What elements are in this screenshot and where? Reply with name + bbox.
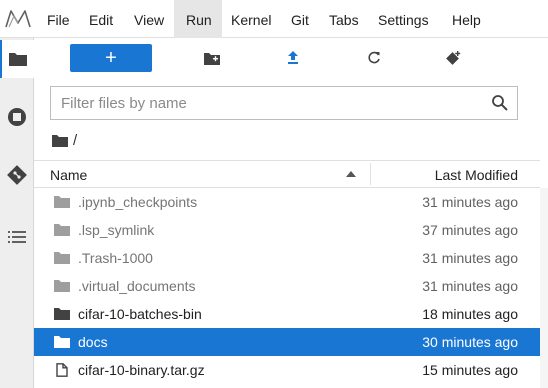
folder-icon <box>54 196 70 208</box>
file-list: .ipynb_checkpoints 31 minutes ago .lsp_sym… <box>34 188 540 384</box>
breadcrumb: / <box>52 130 77 150</box>
menu-view[interactable]: View <box>127 0 171 38</box>
column-separator[interactable] <box>370 163 371 185</box>
toc-icon <box>8 231 26 243</box>
file-last-modified: 31 minutes ago <box>422 250 518 266</box>
sidebar-table-of-contents[interactable] <box>0 218 34 256</box>
sidebar-file-browser[interactable] <box>0 40 34 78</box>
menu-kernel[interactable]: Kernel <box>226 0 282 38</box>
filter-files-input[interactable] <box>51 87 481 119</box>
file-last-modified: 15 minutes ago <box>422 362 518 378</box>
sort-ascending-icon <box>346 171 356 177</box>
file-row[interactable]: .ipynb_checkpoints 31 minutes ago <box>34 188 540 216</box>
file-last-modified: 18 minutes ago <box>422 306 518 322</box>
file-list-header: Name Last Modified <box>34 160 540 188</box>
running-icon <box>8 108 26 126</box>
sidebar-git[interactable] <box>0 156 34 194</box>
plus-icon: + <box>105 47 117 69</box>
upload-icon <box>288 51 298 64</box>
file-name: cifar-10-binary.tar.gz <box>78 362 205 378</box>
column-header-name[interactable]: Name <box>50 167 87 183</box>
menu-run[interactable]: Run <box>174 0 222 38</box>
file-name: .ipynb_checkpoints <box>78 194 198 210</box>
upload-button[interactable] <box>277 44 309 72</box>
git-clone-icon <box>446 51 461 65</box>
menu-tabs[interactable]: Tabs <box>324 0 368 38</box>
file-last-modified: 31 minutes ago <box>422 278 518 294</box>
folder-icon <box>54 224 70 236</box>
folder-icon <box>54 252 70 264</box>
menu-edit[interactable]: Edit <box>81 0 119 38</box>
menu-bar: File Edit View Run Kernel Git Tabs Setti… <box>0 0 548 38</box>
git-clone-button[interactable] <box>438 44 470 72</box>
file-row[interactable]: cifar-10-batches-bin 18 minutes ago <box>34 300 540 328</box>
file-icon <box>56 363 68 377</box>
new-folder-icon <box>204 52 220 65</box>
jupyter-logo-icon[interactable] <box>4 7 32 31</box>
menu-help[interactable]: Help <box>446 0 492 38</box>
search-icon <box>492 95 508 111</box>
file-name: .Trash-1000 <box>78 250 153 266</box>
refresh-icon <box>368 51 380 64</box>
file-row[interactable]: .lsp_symlink 37 minutes ago <box>34 216 540 244</box>
folder-icon <box>54 336 70 348</box>
filter-box <box>50 86 518 120</box>
new-launcher-button[interactable]: + <box>70 44 152 72</box>
git-icon <box>7 165 27 185</box>
file-row[interactable]: cifar-10-binary.tar.gz 15 minutes ago <box>34 356 540 384</box>
file-name: .lsp_symlink <box>78 222 155 238</box>
file-browser-toolbar: + <box>34 38 548 78</box>
file-name: .virtual_documents <box>78 278 196 294</box>
file-list-scrollbar[interactable] <box>540 188 548 388</box>
folder-icon <box>54 308 70 320</box>
column-header-last-modified[interactable]: Last Modified <box>435 167 518 183</box>
sidebar-running[interactable] <box>0 98 34 136</box>
left-sidebar <box>0 38 34 388</box>
folder-icon <box>54 280 70 292</box>
file-row[interactable]: docs 30 minutes ago <box>34 328 540 356</box>
refresh-button[interactable] <box>358 44 390 72</box>
file-last-modified: 37 minutes ago <box>422 222 518 238</box>
file-row[interactable]: .Trash-1000 31 minutes ago <box>34 244 540 272</box>
file-last-modified: 31 minutes ago <box>422 194 518 210</box>
new-folder-button[interactable] <box>196 44 228 72</box>
breadcrumb-path[interactable]: / <box>73 132 77 149</box>
menu-file[interactable]: File <box>44 0 74 38</box>
file-name: cifar-10-batches-bin <box>78 306 202 322</box>
home-folder-icon[interactable] <box>52 134 68 147</box>
file-row[interactable]: .virtual_documents 31 minutes ago <box>34 272 540 300</box>
file-name: docs <box>78 334 108 350</box>
menu-settings[interactable]: Settings <box>372 0 444 38</box>
menu-git[interactable]: Git <box>286 0 320 38</box>
file-last-modified: 30 minutes ago <box>422 334 518 350</box>
folder-icon <box>9 53 27 66</box>
